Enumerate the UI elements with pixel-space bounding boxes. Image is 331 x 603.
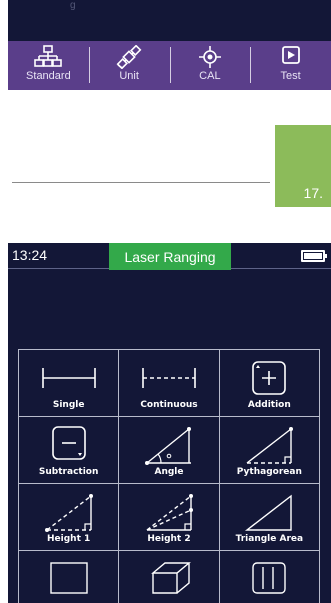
- height-2-tile[interactable]: Height 2: [119, 484, 220, 551]
- angle-tile[interactable]: Angle: [119, 417, 220, 484]
- hierarchy-icon: [34, 45, 63, 67]
- standard-label: Standard: [26, 70, 71, 82]
- standard-button[interactable]: Standard: [8, 41, 89, 90]
- subtraction-icon: [51, 426, 86, 460]
- unit-button[interactable]: Unit: [88, 41, 170, 90]
- height-1-tile[interactable]: Height 1: [19, 484, 120, 551]
- continuous-label: Continuous: [140, 400, 198, 410]
- cal-button[interactable]: CAL: [169, 41, 251, 90]
- function-grid: Single Continuous Addition Subtraction A…: [18, 349, 320, 603]
- addition-tile[interactable]: Addition: [219, 350, 320, 417]
- cal-label: CAL: [199, 70, 221, 82]
- volume-tile[interactable]: [119, 551, 220, 603]
- area-icon: [49, 562, 88, 594]
- satellite-icon: [116, 45, 142, 69]
- single-measure-icon: [41, 368, 96, 388]
- laser-ranging-screen: 13:24 Laser Ranging Single Continuous Ad…: [8, 243, 331, 603]
- test-label: Test: [280, 70, 301, 82]
- wall-area-icon: [252, 562, 287, 594]
- clock-time: 13:24: [12, 247, 48, 263]
- subtraction-tile[interactable]: Subtraction: [19, 417, 120, 484]
- continuous-tile[interactable]: Continuous: [119, 350, 220, 417]
- height-2-icon: [146, 494, 193, 531]
- test-button[interactable]: Test: [250, 41, 331, 90]
- device-screen-top: g Standard Unit CAL Test: [8, 0, 331, 90]
- pythagorean-icon: [246, 427, 294, 464]
- crosshair-icon: [198, 46, 221, 68]
- bottom-toolbar: Standard Unit CAL Test: [8, 41, 331, 90]
- area-tile[interactable]: [19, 551, 120, 603]
- addition-icon: [252, 361, 287, 395]
- single-tile[interactable]: Single: [19, 350, 120, 417]
- faint-text: g: [70, 0, 76, 11]
- single-label: Single: [52, 400, 85, 410]
- screen-title: Laser Ranging: [109, 243, 231, 270]
- volume-icon: [151, 562, 191, 594]
- wall-area-tile[interactable]: [220, 551, 320, 603]
- page-number-tab: 17.: [275, 125, 331, 207]
- angle-icon: [144, 427, 191, 465]
- triangle-area-tile[interactable]: Triangle Area: [219, 484, 320, 551]
- height-1-icon: [44, 494, 93, 532]
- pythagorean-tile[interactable]: Pythagorean: [219, 417, 320, 484]
- play-icon: [281, 46, 300, 64]
- battery-full-icon: [301, 250, 327, 262]
- page-number: 17.: [303, 185, 323, 201]
- divider-line: [12, 182, 270, 183]
- continuous-measure-icon: [142, 368, 196, 388]
- triangle-area-icon: [245, 494, 293, 531]
- unit-label: Unit: [119, 70, 139, 82]
- manual-page: g Standard Unit CAL Test 17. 13:24 Laser…: [0, 0, 331, 603]
